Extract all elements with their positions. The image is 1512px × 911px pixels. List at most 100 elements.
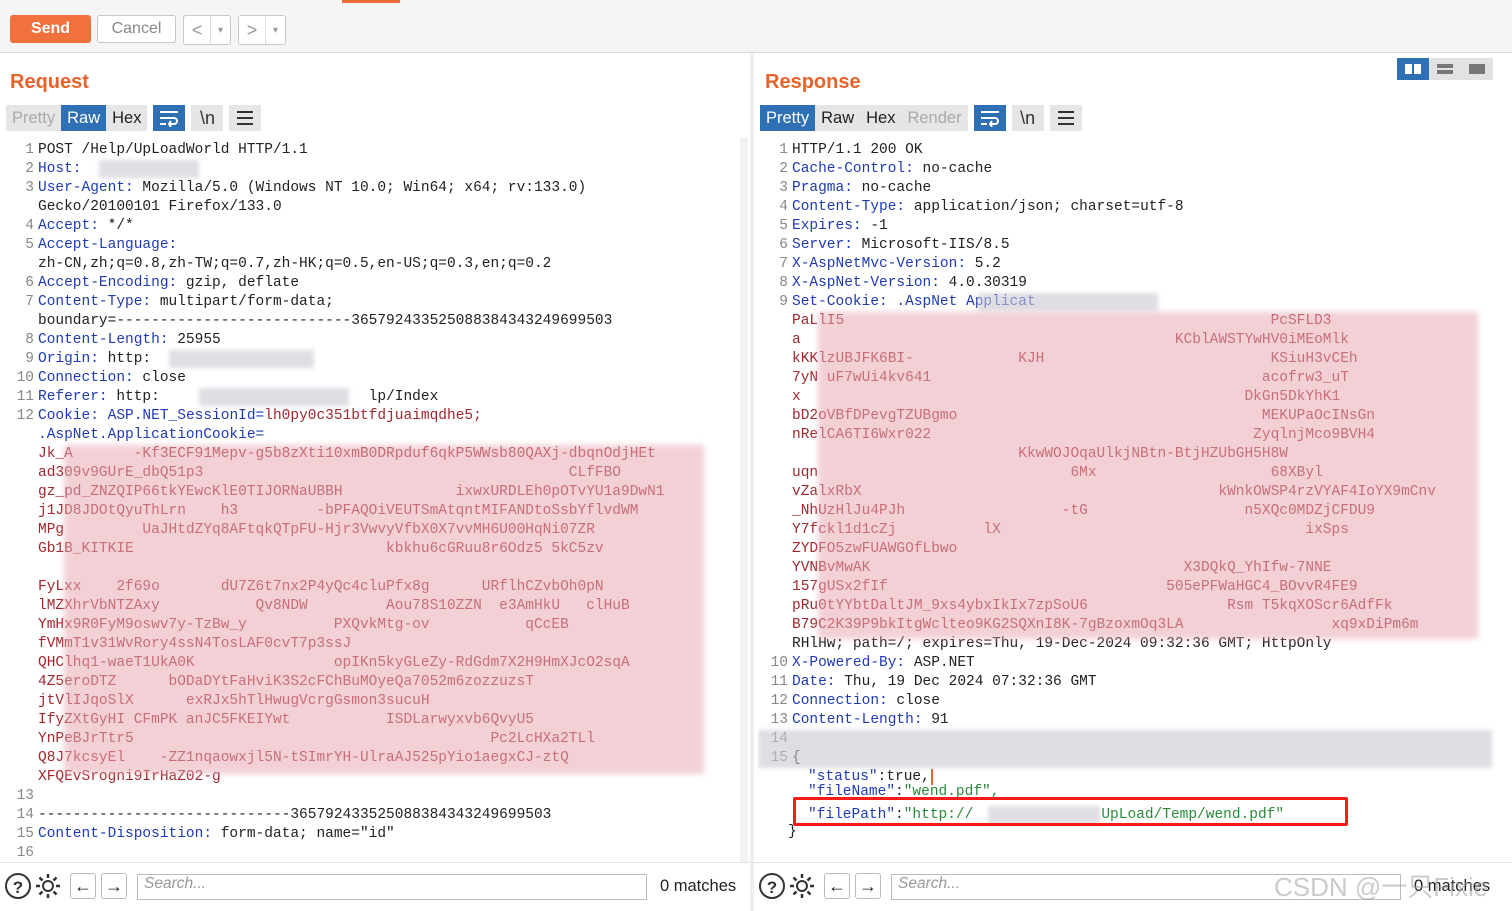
line-number: 13 (770, 712, 788, 728)
tab-pretty[interactable]: Pretty (6, 105, 62, 131)
redaction-blur (99, 160, 199, 178)
tab-hex[interactable]: Hex (860, 105, 902, 131)
previous-match-button[interactable]: ← (70, 873, 96, 899)
header-name: Connection: (792, 693, 888, 709)
line-number: 8 (25, 332, 34, 348)
header-value: gzip, deflate (177, 275, 300, 291)
header-value: form-data; name="id" (212, 826, 395, 842)
request-scrollbar[interactable] (740, 137, 748, 863)
line-content: boundary=---------------------------3657… (38, 312, 612, 331)
header-value: ASP.NET (905, 655, 975, 671)
response-view-tabs: Pretty Raw Hex Render \n (760, 105, 1082, 131)
header-value: zh-CN,zh;q=0.8,zh-TW;q=0.7,zh-HK;q=0.5,e… (38, 256, 552, 272)
back-arrow-icon[interactable]: < (184, 20, 210, 41)
request-search-bar: ? ← → Search... 0 matches (0, 862, 750, 911)
line-content: X-AspNet-Version: 4.0.30319 (792, 274, 1027, 293)
next-match-button[interactable]: → (101, 873, 127, 899)
line-content: Date: Thu, 19 Dec 2024 07:32:36 GMT (792, 673, 1097, 692)
header-name: Accept: (38, 218, 99, 234)
header-value: 25955 (168, 332, 221, 348)
cancel-button[interactable]: Cancel (97, 15, 176, 43)
header-value: 4.0.30319 (939, 275, 1027, 291)
split-vertical-icon[interactable] (1429, 58, 1461, 80)
header-name: User-Agent: (38, 180, 134, 196)
line-number: 11 (770, 674, 788, 690)
header-value: */* (98, 218, 134, 234)
single-pane-icon[interactable] (1461, 58, 1493, 80)
header-name: Referer: (38, 389, 108, 405)
header-value (99, 408, 108, 424)
line-number: 2 (779, 161, 788, 177)
line-number: 12 (770, 693, 788, 709)
header-name: Content-Length: (38, 332, 169, 348)
header-value: Thu, 19 Dec 2024 07:32:36 GMT (835, 674, 1097, 690)
header-value: POST /Help/UpLoadWorld HTTP/1.1 (38, 142, 308, 158)
help-icon[interactable]: ? (5, 873, 31, 899)
menu-icon[interactable] (1049, 105, 1082, 131)
top-toolbar: Send Cancel < ▾ > ▾ (0, 0, 1512, 53)
header-value: close (887, 693, 940, 709)
line-content: Expires: -1 (792, 217, 888, 236)
header-value: HTTP/1.1 200 OK (792, 142, 923, 158)
line-content: Content-Length: 91 (792, 711, 949, 730)
wrap-lines-icon[interactable] (973, 105, 1006, 131)
header-name: Origin: (38, 351, 99, 367)
line-number: 4 (25, 218, 34, 234)
header-value: http: (98, 351, 152, 367)
menu-icon[interactable] (229, 105, 262, 131)
previous-match-button[interactable]: ← (824, 873, 850, 899)
header-name: Content-Type: (38, 294, 152, 310)
line-content: Accept: */* (38, 217, 134, 236)
tab-raw[interactable]: Raw (815, 105, 861, 131)
wrap-lines-icon[interactable] (153, 105, 186, 131)
line-content: Gecko/20100101 Firefox/133.0 (38, 198, 282, 217)
header-name: Date: (792, 674, 836, 690)
forward-nav-group[interactable]: > ▾ (238, 15, 286, 45)
request-search-input[interactable]: Search... (137, 874, 647, 900)
line-content: Origin: http: (38, 350, 151, 369)
header-value: multipart/form-data; (151, 294, 334, 310)
response-pane: Response Pretty Raw Hex Render \n 1 HTTP/… (754, 53, 1512, 911)
chevron-down-icon[interactable]: ▾ (210, 16, 230, 44)
header-name: X-Powered-By: (792, 655, 906, 671)
split-horizontal-icon[interactable] (1397, 58, 1429, 80)
active-tab-indicator (342, 0, 400, 3)
request-editor[interactable]: 1 POST /Help/UpLoadWorld HTTP/1.1 2 Host: 3 U… (4, 137, 732, 863)
chevron-down-icon[interactable]: ▾ (265, 16, 285, 44)
line-content: Content-Disposition: form-data; name="id… (38, 825, 395, 844)
line-content: Pragma: no-cache (792, 179, 931, 198)
header-value: close (133, 370, 186, 386)
next-match-button[interactable]: → (855, 873, 881, 899)
tab-render[interactable]: Render (901, 105, 968, 131)
newline-toggle[interactable]: \n (191, 105, 224, 131)
back-nav-group[interactable]: < ▾ (183, 15, 231, 45)
tab-raw[interactable]: Raw (61, 105, 107, 131)
forward-arrow-icon[interactable]: > (239, 20, 265, 41)
header-name: Connection: (38, 370, 134, 386)
response-editor[interactable]: 1 HTTP/1.1 200 OK 2 Cache-Control: no-cache… (758, 137, 1498, 863)
line-content: X-Powered-By: ASP.NET (792, 654, 975, 673)
header-name: Content-Disposition: (38, 826, 213, 842)
line-content: zh-CN,zh;q=0.8,zh-TW;q=0.7,zh-HK;q=0.5,e… (38, 255, 551, 274)
line-number: 1 (779, 142, 788, 158)
tab-hex[interactable]: Hex (106, 105, 148, 131)
gear-icon[interactable] (34, 872, 62, 905)
header-value: -----------------------------36579243352… (38, 807, 552, 823)
header-name: Accept-Encoding: (38, 275, 178, 291)
line-number: 7 (779, 256, 788, 272)
line-content: Connection: close (792, 692, 940, 711)
gear-icon[interactable] (788, 872, 816, 905)
line-content: Host: (38, 160, 82, 179)
newline-toggle[interactable]: \n (1011, 105, 1044, 131)
line-number: 8 (779, 275, 788, 291)
line-number: 15 (16, 826, 34, 842)
line-number: 6 (25, 275, 34, 291)
help-icon[interactable]: ? (759, 873, 785, 899)
request-title: Request (10, 71, 89, 93)
header-value: Microsoft-IIS/8.5 (852, 237, 1010, 253)
request-pane: Request Pretty Raw Hex \n 1 POST /Help/Up… (0, 53, 750, 911)
tab-pretty[interactable]: Pretty (760, 105, 816, 131)
line-content: Content-Type: application/json; charset=… (792, 198, 1184, 217)
header-value: Gecko/20100101 Firefox/133.0 (38, 199, 282, 215)
send-button[interactable]: Send (10, 15, 91, 43)
